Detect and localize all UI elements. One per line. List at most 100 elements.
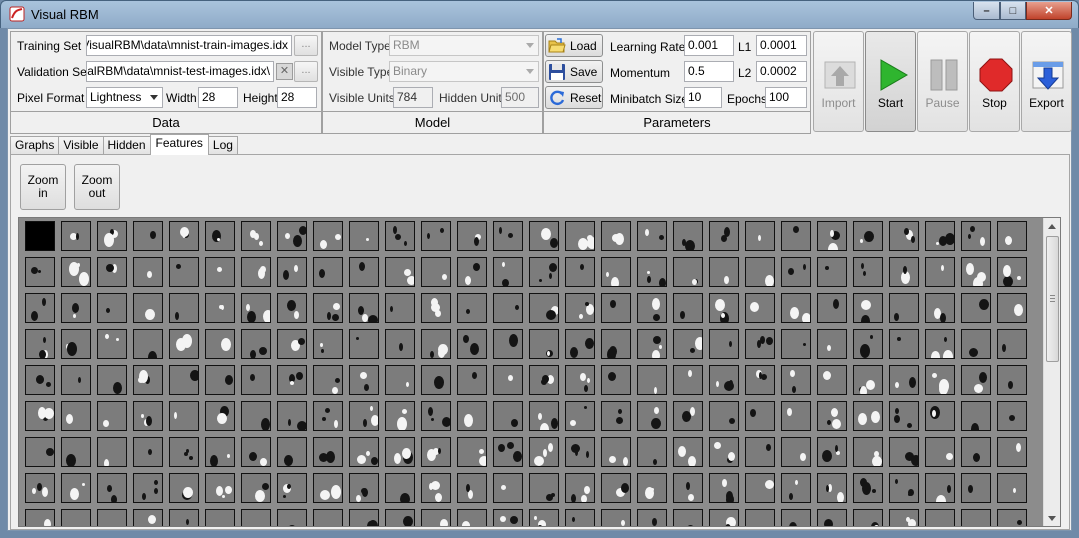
tab-features[interactable]: Features <box>149 134 209 155</box>
feature-tile <box>781 365 811 395</box>
tab-strip: Graphs Visible Hidden Features Log <box>10 134 238 155</box>
feature-tile <box>169 257 199 287</box>
feature-tile <box>673 221 703 251</box>
epochs-field[interactable]: 100 <box>765 87 807 108</box>
feature-tile <box>565 293 595 323</box>
feature-tile <box>457 221 487 251</box>
hidden-units-field[interactable]: 500 <box>501 87 539 108</box>
folder-open-icon <box>548 37 566 52</box>
feature-tile <box>673 293 703 323</box>
training-browse-button[interactable]: ... <box>294 35 318 56</box>
feature-tile <box>25 293 55 323</box>
zoom-in-button[interactable]: Zoom in <box>20 164 66 210</box>
feature-tile <box>97 473 127 503</box>
load-button[interactable]: Load <box>545 34 603 57</box>
feature-tile <box>637 509 667 526</box>
feature-tile <box>565 257 595 287</box>
tab-hidden[interactable]: Hidden <box>102 136 151 154</box>
feature-tile <box>313 293 343 323</box>
feature-tile <box>529 329 559 359</box>
feature-tile <box>853 437 883 467</box>
import-button[interactable]: Import <box>813 31 864 132</box>
validation-set-label: Validation Set <box>17 65 91 79</box>
feature-tile <box>889 257 919 287</box>
pause-button[interactable]: Pause <box>917 31 968 132</box>
feature-tile <box>133 401 163 431</box>
l2-field[interactable]: 0.0002 <box>756 61 807 82</box>
feature-tile <box>133 257 163 287</box>
stop-button[interactable]: Stop <box>969 31 1020 132</box>
feature-tile <box>205 221 235 251</box>
maximize-button[interactable]: □ <box>1000 2 1026 20</box>
main-window: Training Set cts\VisualRBM\data\mnist-tr… <box>7 28 1072 531</box>
feature-tile <box>25 473 55 503</box>
momentum-field[interactable]: 0.5 <box>684 61 734 82</box>
tab-log[interactable]: Log <box>207 136 238 154</box>
stop-octagon-icon <box>979 58 1013 92</box>
feature-tile <box>205 365 235 395</box>
model-type-select[interactable]: RBM <box>389 35 539 56</box>
scrollbar-thumb[interactable] <box>1046 236 1059 362</box>
zoom-out-button[interactable]: Zoom out <box>74 164 120 210</box>
feature-tile <box>385 365 415 395</box>
feature-tile <box>781 473 811 503</box>
model-type-label: Model Type <box>329 39 391 53</box>
visible-type-select[interactable]: Binary <box>389 61 539 82</box>
feature-tile <box>205 437 235 467</box>
feature-tile <box>457 365 487 395</box>
learning-rate-field[interactable]: 0.001 <box>684 35 734 56</box>
feature-tile <box>673 329 703 359</box>
tab-visible[interactable]: Visible <box>58 136 104 154</box>
tab-graphs[interactable]: Graphs <box>10 136 60 154</box>
feature-tile <box>637 257 667 287</box>
minibatch-size-field[interactable]: 10 <box>684 87 722 108</box>
feature-tile <box>133 473 163 503</box>
feature-tile <box>637 293 667 323</box>
width-field[interactable]: 28 <box>198 87 238 108</box>
feature-tile <box>781 329 811 359</box>
grip-icon <box>1050 295 1055 302</box>
feature-tile <box>97 329 127 359</box>
feature-tile <box>241 221 271 251</box>
scroll-down-icon[interactable] <box>1044 510 1060 526</box>
feature-tile <box>925 293 955 323</box>
vertical-scrollbar[interactable] <box>1043 218 1060 526</box>
pixel-format-select[interactable]: Lightness <box>86 87 163 108</box>
export-button[interactable]: Export <box>1021 31 1072 132</box>
minimize-button[interactable]: – <box>973 2 1000 20</box>
feature-tile <box>961 473 991 503</box>
features-grid <box>18 217 1061 527</box>
feature-tile <box>709 473 739 503</box>
visual-rbm-logo-icon <box>9 6 25 22</box>
feature-tile <box>241 365 271 395</box>
feature-tile <box>241 473 271 503</box>
reset-button[interactable]: Reset <box>545 86 603 109</box>
training-set-field[interactable]: cts\VisualRBM\data\mnist-train-images.id… <box>86 35 292 56</box>
feature-tile <box>169 509 199 526</box>
scroll-up-icon[interactable] <box>1044 218 1060 234</box>
feature-tile <box>205 473 235 503</box>
feature-tile <box>385 473 415 503</box>
feature-tile <box>925 329 955 359</box>
feature-tile <box>853 257 883 287</box>
feature-tile <box>457 509 487 526</box>
feature-tile <box>565 473 595 503</box>
save-button[interactable]: Save <box>545 60 603 83</box>
close-button[interactable]: ✕ <box>1026 2 1072 20</box>
feature-tiles <box>25 221 1035 526</box>
feature-tile <box>673 509 703 526</box>
feature-tile <box>601 329 631 359</box>
feature-tile <box>817 509 847 526</box>
l1-field[interactable]: 0.0001 <box>756 35 807 56</box>
feature-tile <box>601 509 631 526</box>
feature-tile <box>61 293 91 323</box>
feature-tile <box>673 437 703 467</box>
validation-browse-button[interactable]: ... <box>294 61 318 82</box>
validation-set-field[interactable]: \VisualRBM\data\mnist-test-images.idx <box>86 61 274 82</box>
feature-tile <box>457 293 487 323</box>
height-field[interactable]: 28 <box>277 87 317 108</box>
feature-tile <box>529 365 559 395</box>
clear-validation-icon[interactable]: ✕ <box>276 63 293 80</box>
start-button[interactable]: Start <box>865 31 916 132</box>
feature-tile <box>673 365 703 395</box>
